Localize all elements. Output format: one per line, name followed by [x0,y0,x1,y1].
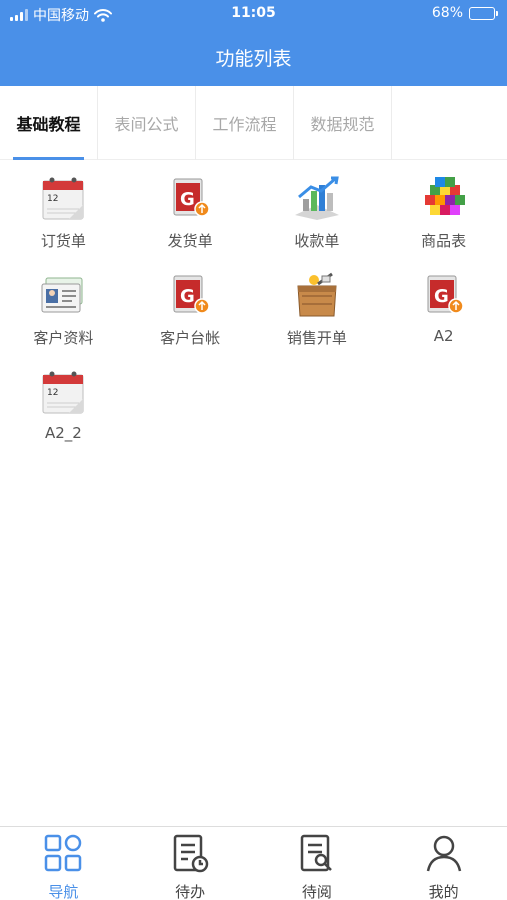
status-bar: 中国移动 11:05 68% [0,0,507,28]
function-item-label: 客户台帐 [160,329,221,347]
calendar-icon: 12 [37,172,89,224]
bar-chart-icon [291,172,343,224]
svg-text:G: G [180,189,195,210]
function-item-label: A2 [433,327,454,345]
function-item[interactable]: 12 A2_2 [0,356,127,453]
read-doc-icon [297,833,337,877]
todo-doc-icon [170,833,210,877]
page-title: 功能列表 [215,48,292,70]
status-right: 68% [431,5,498,21]
function-item[interactable]: G 发货单 [127,162,254,259]
nav-item-1[interactable]: 导航 [0,827,127,900]
colored-cubes-icon [418,172,470,224]
function-grid: 12 订货单 G 发货单 收款单 商品表客户资料 G 客户台帐 销售开单 G A2 12 A2_2 [0,162,507,453]
nav-item-2[interactable]: 待办 [127,827,254,900]
battery-icon [469,6,498,20]
person-icon [424,833,464,877]
function-item-label: 发货单 [167,232,213,250]
tab-3[interactable]: 工作流程 [196,86,294,160]
nav-item-3[interactable]: 待阅 [254,827,381,900]
svg-text:12: 12 [47,194,58,204]
red-form-icon: G [164,172,216,224]
function-item[interactable]: 收款单 [254,162,381,259]
category-tabs: 基础教程 表间公式 工作流程 数据规范 [0,86,507,160]
function-item[interactable]: 销售开单 [254,259,381,356]
function-item-label: 订货单 [40,232,86,250]
tab-1[interactable]: 基础教程 [0,86,98,160]
function-item[interactable]: 12 订货单 [0,162,127,259]
function-item-label: 收款单 [294,232,340,250]
box-icon [291,269,343,321]
function-item[interactable]: 客户资料 [0,259,127,356]
red-form-icon: G [418,269,470,321]
red-form-icon: G [164,269,216,321]
svg-text:G: G [180,286,195,307]
grid-icon [43,833,83,877]
app-header: 中国移动 11:05 68% 功能列表 [0,0,507,86]
nav-item-label: 我的 [428,883,459,900]
nav-item-label: 待阅 [301,883,332,900]
tab-2[interactable]: 表间公式 [98,86,196,160]
function-item[interactable]: G 客户台帐 [127,259,254,356]
nav-item-label: 待办 [175,883,206,900]
nav-item-label: 导航 [48,883,79,900]
function-item[interactable]: G A2 [380,259,507,356]
svg-text:G: G [434,286,449,307]
battery-percent: 68% [431,5,463,21]
bottom-navigation: 导航 待办 待阅 我的 [0,826,507,900]
svg-text:12: 12 [47,388,58,398]
function-item[interactable]: 商品表 [380,162,507,259]
calendar-icon: 12 [37,366,89,418]
tab-4[interactable]: 数据规范 [294,86,392,160]
contact-card-icon [37,269,89,321]
function-item-label: 客户资料 [33,329,94,347]
function-item-label: 商品表 [421,232,467,250]
function-item-label: A2_2 [44,424,82,442]
nav-item-4[interactable]: 我的 [380,827,507,900]
function-item-label: 销售开单 [286,329,347,347]
